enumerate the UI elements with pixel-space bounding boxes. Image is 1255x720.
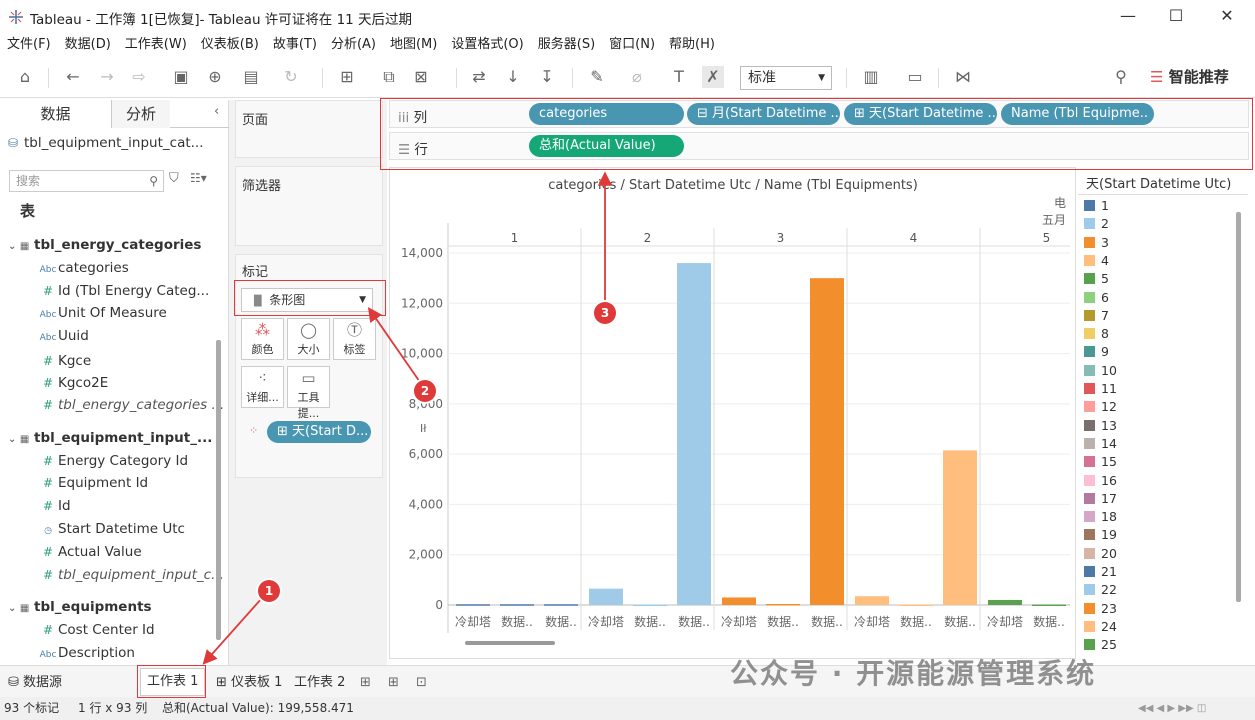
annotation-badge-3: 3 xyxy=(594,302,616,324)
annotation-badge-1: 1 xyxy=(258,580,280,602)
annotation-badge-2: 2 xyxy=(414,380,436,402)
annotation-arrows xyxy=(202,171,613,665)
watermark-text: 公众号 · 开源能源管理系统 xyxy=(730,657,1097,690)
